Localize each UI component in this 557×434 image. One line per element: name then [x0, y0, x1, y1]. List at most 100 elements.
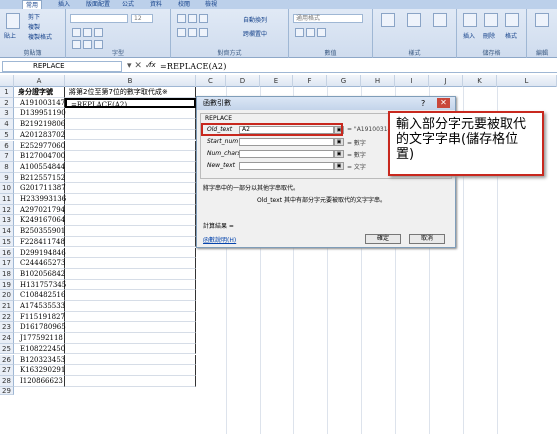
paste-icon[interactable] [6, 13, 20, 29]
row-header[interactable]: 6 [0, 140, 14, 152]
column-header-e[interactable]: E [260, 75, 293, 87]
header-cell-b[interactable]: 將第2位至第7位的數字取代成※ [65, 87, 196, 98]
id-cell[interactable]: K249167064 [14, 215, 65, 227]
id-cell[interactable]: C108482516 [14, 290, 65, 301]
row-header[interactable]: 27 [0, 365, 14, 376]
id-cell[interactable]: B219219806 [14, 119, 65, 130]
id-cell[interactable]: F115191827 [14, 311, 65, 323]
cell-b[interactable] [65, 215, 196, 227]
row-header[interactable]: 19 [0, 279, 14, 291]
format-table-icon[interactable] [407, 13, 421, 27]
cell-b[interactable] [65, 365, 196, 376]
copy-button[interactable]: 複製 [28, 22, 40, 31]
row-header[interactable]: 20 [0, 290, 14, 301]
column-header-j[interactable]: J [429, 75, 463, 87]
formula-input[interactable]: =REPLACE(A2) [160, 62, 227, 71]
column-header-f[interactable]: F [293, 75, 327, 87]
row-header[interactable]: 10 [0, 183, 14, 194]
row-header[interactable]: 14 [0, 226, 14, 237]
row-header[interactable]: 16 [0, 247, 14, 259]
cell-b[interactable] [65, 226, 196, 237]
cell-b[interactable] [65, 354, 196, 366]
row-header[interactable]: 23 [0, 322, 14, 334]
row-header[interactable]: 15 [0, 236, 14, 248]
cell-b[interactable] [65, 301, 196, 312]
percent-icon[interactable] [306, 28, 315, 37]
row-header[interactable]: 13 [0, 215, 14, 227]
row-header[interactable]: 26 [0, 354, 14, 366]
bold-icon[interactable] [72, 28, 81, 37]
column-header-b[interactable]: B [65, 75, 196, 87]
id-cell[interactable]: G201711387 [14, 183, 66, 194]
conditional-format-icon[interactable] [381, 13, 395, 27]
collapse-dialog-icon[interactable]: ▣ [334, 138, 344, 146]
cell-b[interactable] [65, 119, 196, 130]
tab-page-layout[interactable]: 版面配置 [86, 0, 110, 9]
sum-icon[interactable] [535, 13, 549, 27]
cell-b[interactable] [65, 322, 196, 334]
align-right-icon[interactable] [199, 28, 208, 37]
id-cell[interactable]: A174535533 [14, 301, 65, 312]
cancel-button[interactable]: 取消 [409, 234, 445, 244]
column-header-i[interactable]: I [395, 75, 429, 87]
font-size-box[interactable]: 12 [131, 14, 153, 23]
row-header[interactable]: 12 [0, 204, 14, 216]
id-cell[interactable]: H233993136 [14, 194, 66, 205]
insert-cells-icon[interactable] [463, 13, 477, 27]
cell-b[interactable] [65, 375, 196, 387]
row-header[interactable]: 17 [0, 258, 14, 269]
cell-styles-icon[interactable] [433, 13, 447, 27]
id-cell[interactable]: B250355901 [14, 226, 65, 237]
row-header[interactable]: 2 [0, 97, 14, 109]
row-header[interactable]: 25 [0, 343, 14, 355]
underline-icon[interactable] [94, 28, 103, 37]
id-cell[interactable]: D299194846 [14, 247, 66, 259]
cell-b[interactable] [65, 236, 196, 248]
cell-b[interactable] [65, 129, 196, 141]
format-cells-icon[interactable] [505, 13, 519, 27]
id-cell[interactable]: K163290291 [14, 365, 65, 376]
row-header[interactable]: 18 [0, 268, 14, 280]
cell-b[interactable] [65, 183, 196, 194]
id-cell[interactable]: A191003147 [14, 97, 65, 109]
row-header[interactable]: 24 [0, 333, 14, 344]
fx-icon[interactable]: fx [149, 61, 156, 69]
row-header[interactable]: 5 [0, 129, 14, 141]
id-cell[interactable]: F228411748 [14, 236, 65, 248]
tab-home[interactable]: 常用 [22, 0, 43, 9]
cell-b[interactable] [65, 172, 196, 184]
delete-cells-icon[interactable] [484, 13, 498, 27]
cell-b[interactable] [65, 268, 196, 280]
name-box[interactable]: REPLACE [2, 61, 122, 72]
column-header-g[interactable]: G [327, 75, 361, 87]
tab-formulas[interactable]: 公式 [122, 0, 134, 9]
id-cell[interactable]: A201283702 [14, 129, 65, 141]
tab-review[interactable]: 校閱 [178, 0, 190, 9]
cell-b[interactable] [65, 204, 196, 216]
id-cell[interactable]: H131757345 [14, 279, 66, 291]
align-bottom-icon[interactable] [199, 14, 208, 23]
row-header[interactable]: 9 [0, 172, 14, 184]
row-header[interactable]: 3 [0, 108, 14, 120]
cell-b[interactable] [65, 140, 196, 152]
align-left-icon[interactable] [177, 28, 186, 37]
cell-b[interactable] [65, 194, 196, 205]
format-button[interactable]: 格式 [505, 31, 517, 40]
cell-b[interactable] [65, 151, 196, 162]
select-all-corner[interactable] [0, 75, 14, 87]
column-header-h[interactable]: H [361, 75, 395, 87]
italic-icon[interactable] [83, 28, 92, 37]
num-chars-input[interactable] [239, 150, 334, 158]
row-header[interactable]: 11 [0, 194, 14, 205]
cut-button[interactable]: 剪下 [28, 12, 40, 21]
collapse-dialog-icon[interactable]: ▣ [334, 150, 344, 158]
row-header[interactable]: 22 [0, 311, 14, 323]
id-cell[interactable]: B102056842 [14, 268, 65, 280]
cell-b[interactable] [65, 333, 196, 344]
column-header-l[interactable]: L [497, 75, 557, 87]
tab-view[interactable]: 檢視 [205, 0, 217, 9]
new-text-input[interactable] [239, 162, 334, 170]
row-header[interactable]: 21 [0, 301, 14, 312]
help-icon[interactable]: ? [421, 99, 425, 108]
currency-icon[interactable] [295, 28, 304, 37]
